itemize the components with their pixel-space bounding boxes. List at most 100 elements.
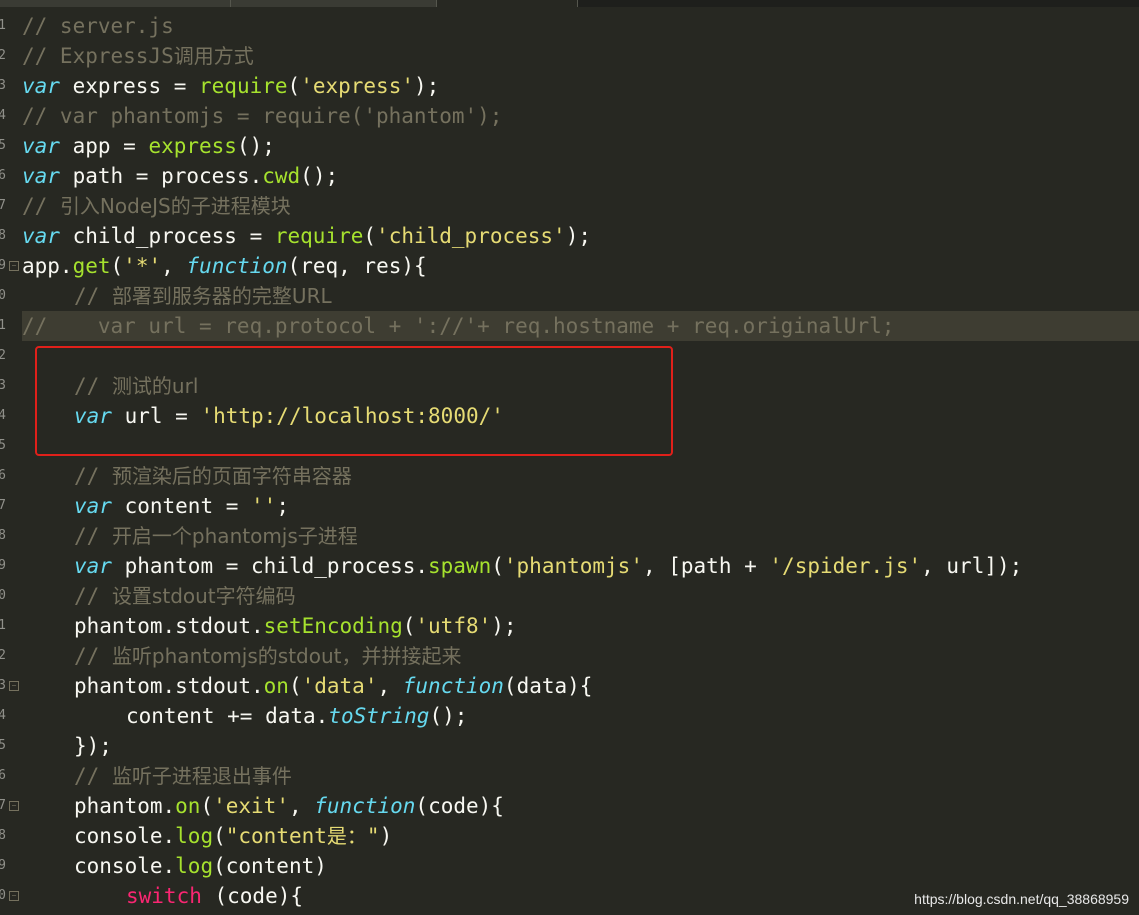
code-token: (req, res){: [287, 254, 427, 278]
code-line[interactable]: // ExpressJS调用方式: [22, 41, 1139, 71]
code-token: '*': [123, 254, 162, 278]
line-number: 1: [0, 318, 6, 333]
code-token: 设置stdout字符编码: [111, 584, 296, 608]
code-token: (: [200, 794, 214, 818]
code-token: console.: [74, 854, 176, 878]
highlight-annotation-box: [35, 346, 673, 456]
code-line[interactable]: // 引入NodeJS的子进程模块: [22, 191, 1139, 221]
code-token: ,: [161, 254, 187, 278]
code-token: , [path +: [642, 554, 770, 578]
code-area[interactable]: // server.js// ExpressJS调用方式 var express …: [22, 11, 1139, 911]
code-token: content += data.: [126, 704, 329, 728]
code-token: phantom.: [74, 794, 176, 818]
code-line[interactable]: app.get('*', function(req, res){: [22, 251, 1139, 281]
code-token: (: [491, 554, 504, 578]
code-token: var: [22, 164, 60, 188]
fold-toggle-icon[interactable]: −: [9, 891, 19, 901]
code-line[interactable]: content += data.toString();: [22, 701, 1139, 731]
code-line[interactable]: phantom.on('exit', function(code){: [22, 791, 1139, 821]
line-number: 0: [0, 588, 6, 603]
line-number: 5: [0, 138, 6, 153]
code-token: app =: [59, 134, 149, 158]
line-number: 4: [0, 408, 6, 423]
line-number: 2: [0, 348, 6, 363]
line-number: 6: [0, 768, 6, 783]
code-token: ,: [288, 794, 315, 818]
code-line[interactable]: var path = process.cwd();: [22, 161, 1139, 191]
code-line[interactable]: });: [22, 731, 1139, 761]
code-token: var: [74, 554, 112, 578]
code-line[interactable]: phantom.stdout.on('data', function(data)…: [22, 671, 1139, 701]
line-number: 9: [0, 258, 6, 273]
line-number: 1: [0, 618, 6, 633]
code-token: function: [186, 254, 288, 278]
code-token: switch: [126, 884, 202, 908]
line-number: 8: [0, 228, 6, 243]
code-token: path = process.: [59, 164, 263, 188]
code-token: content =: [111, 494, 252, 518]
code-token: on: [175, 794, 201, 818]
code-token: );: [413, 74, 440, 98]
code-token: });: [74, 734, 112, 758]
code-token: app.: [22, 254, 73, 278]
code-token: '': [251, 494, 277, 518]
code-token: child_process =: [59, 224, 275, 248]
code-token: require: [274, 224, 364, 248]
line-number: 2: [0, 48, 6, 63]
line-number: 3: [0, 78, 6, 93]
fold-toggle-icon[interactable]: −: [9, 681, 19, 691]
code-line[interactable]: var app = express();: [22, 131, 1139, 161]
code-line[interactable]: // 监听phantomjs的stdout，并拼接起来: [22, 641, 1139, 671]
code-token: (: [402, 614, 416, 638]
code-line[interactable]: // 部署到服务器的完整URL: [22, 281, 1139, 311]
line-number: 3: [0, 378, 6, 393]
code-line[interactable]: var content = '';: [22, 491, 1139, 521]
code-token: (: [287, 74, 301, 98]
line-number: 8: [0, 828, 6, 843]
code-token: ): [379, 824, 393, 848]
code-token: var: [22, 74, 60, 98]
code-token: // var phantomjs = require('phantom');: [22, 104, 503, 128]
tab-inactive-1[interactable]: [0, 0, 231, 7]
code-token: '/spider.js': [769, 554, 922, 578]
code-token: log: [175, 854, 214, 878]
code-token: 'express': [300, 74, 414, 98]
code-line[interactable]: console.log(content): [22, 851, 1139, 881]
tab-active[interactable]: [437, 0, 578, 7]
line-number: 0: [0, 888, 6, 903]
code-token: //: [74, 284, 112, 308]
tab-inactive-2[interactable]: [231, 0, 437, 7]
code-line[interactable]: // var phantomjs = require('phantom');: [22, 101, 1139, 131]
code-line[interactable]: // 预渲染后的页面字符串容器: [22, 461, 1139, 491]
code-token: 'data': [301, 674, 378, 698]
code-token: (: [213, 824, 226, 848]
code-token: (: [363, 224, 377, 248]
code-line[interactable]: var phantom = child_process.spawn('phant…: [22, 551, 1139, 581]
code-line[interactable]: // 设置stdout字符编码: [22, 581, 1139, 611]
code-token: // server.js: [22, 14, 174, 38]
code-line[interactable]: var child_process = require('child_proce…: [22, 221, 1139, 251]
fold-toggle-icon[interactable]: −: [9, 801, 19, 811]
code-line[interactable]: console.log("content是："): [22, 821, 1139, 851]
fold-toggle-icon[interactable]: −: [9, 261, 19, 271]
code-line[interactable]: phantom.stdout.setEncoding('utf8');: [22, 611, 1139, 641]
code-token: setEncoding: [263, 614, 403, 638]
code-line[interactable]: var express = require('express');: [22, 71, 1139, 101]
code-token: get: [72, 254, 111, 278]
code-token: //: [74, 644, 112, 668]
code-line[interactable]: // 开启一个phantomjs子进程: [22, 521, 1139, 551]
code-token: (: [288, 674, 302, 698]
code-token: express =: [59, 74, 200, 98]
code-token: 监听子进程退出事件: [111, 764, 292, 788]
code-token: // ExpressJS: [22, 44, 174, 68]
code-token: ();: [300, 164, 339, 188]
code-line[interactable]: // var url = req.protocol + '://'+ req.h…: [22, 311, 1139, 341]
code-token: ();: [236, 134, 275, 158]
code-line[interactable]: // server.js: [22, 11, 1139, 41]
code-token: ,: [377, 674, 403, 698]
code-line[interactable]: // 监听子进程退出事件: [22, 761, 1139, 791]
code-token: // var url = req.protocol + '://'+ req.h…: [22, 314, 895, 338]
code-token: ;: [276, 494, 289, 518]
code-token: 'exit': [213, 794, 289, 818]
code-token: phantom = child_process.: [111, 554, 429, 578]
